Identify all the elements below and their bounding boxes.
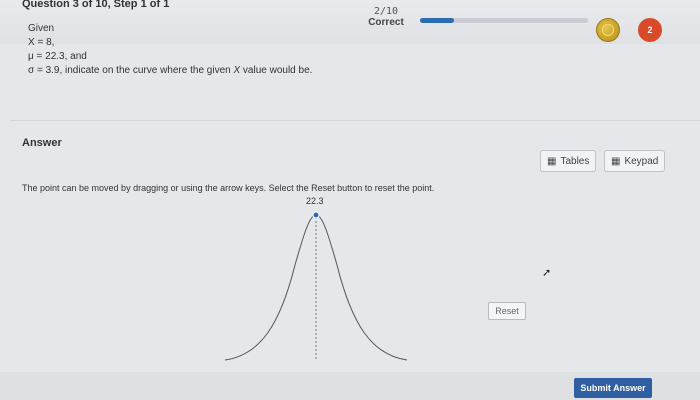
keypad-icon: ▦	[611, 155, 621, 167]
given-x: X = 8,	[28, 37, 55, 48]
table-icon: ▦	[547, 155, 557, 167]
normal-curve	[224, 211, 408, 361]
keypad-button[interactable]: ▦ Keypad	[604, 150, 666, 172]
question-title: Question 3 of 10, Step 1 of 1	[22, 0, 170, 10]
submit-answer-button[interactable]: Submit Answer	[574, 378, 652, 398]
answer-label: Answer	[22, 137, 62, 149]
given-sigma-prefix: σ = 3.9, indicate on the curve where the…	[28, 65, 234, 76]
progress-bar	[420, 18, 588, 23]
keypad-label: Keypad	[624, 155, 659, 167]
score-fraction: 2/10	[373, 6, 399, 17]
given-sigma-suffix: value would be.	[240, 65, 313, 76]
score-display: 2/10 Correct	[360, 6, 412, 28]
given-label: Given	[28, 23, 55, 34]
heart-icon[interactable]: 2	[638, 18, 662, 42]
progress-fill	[420, 18, 454, 23]
reset-button[interactable]: Reset	[488, 302, 526, 320]
instructions: The point can be moved by dragging or us…	[22, 183, 435, 193]
hearts-count: 2	[647, 25, 653, 35]
tables-label: Tables	[560, 155, 590, 167]
tables-button[interactable]: ▦ Tables	[540, 150, 597, 172]
given-block: Given X = 8, μ = 22.3, and σ = 3.9, indi…	[28, 22, 312, 78]
coin-icon[interactable]	[596, 18, 620, 42]
section-divider	[10, 120, 700, 121]
given-sigma: σ = 3.9, indicate on the curve where the…	[28, 64, 312, 78]
score-label: Correct	[368, 17, 404, 28]
given-mu: μ = 22.3, and	[28, 51, 87, 62]
mouse-cursor-icon: ➚	[542, 267, 552, 279]
draggable-point[interactable]	[312, 211, 320, 219]
